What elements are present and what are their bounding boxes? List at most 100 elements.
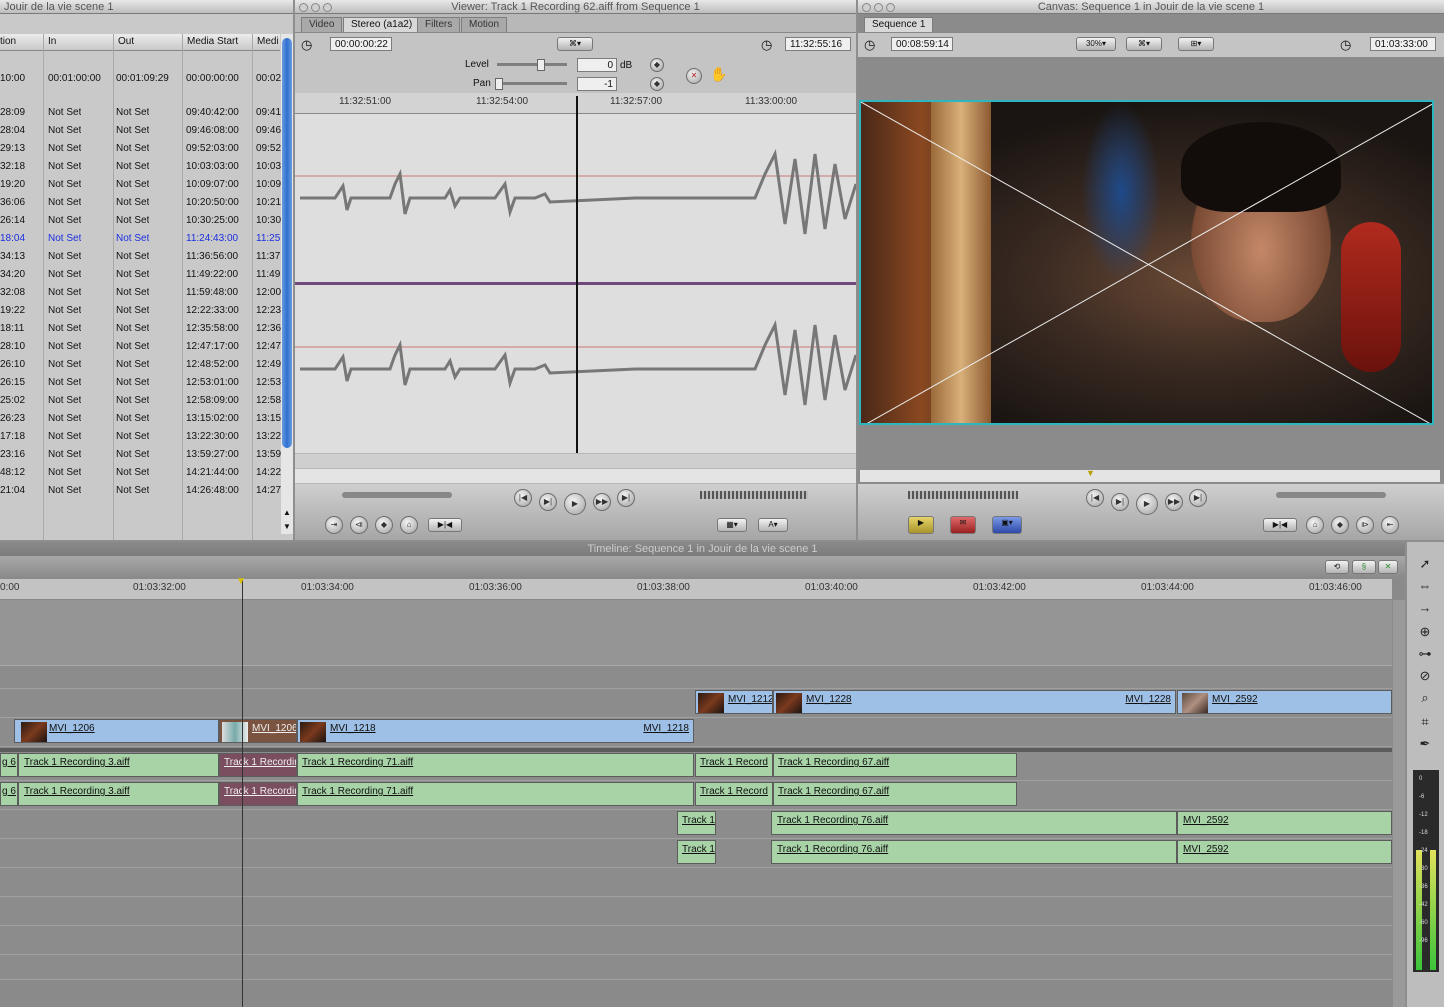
zoom-window-icon[interactable] (323, 3, 332, 12)
browser-row[interactable]: 21:04 Not Set Not Set 14:26:48:00 14:27 (0, 482, 281, 500)
clip-track-1-recording-62-selected[interactable]: Track 1 Recordin (219, 782, 297, 806)
next-edit-icon[interactable]: ▶| (1189, 489, 1207, 507)
play-button[interactable]: ▶ (1136, 493, 1158, 515)
clip-track-1-recording-62-selected[interactable]: Track 1 Recordin (219, 753, 297, 777)
zoom-popup[interactable]: 30%▾ (1076, 37, 1116, 51)
browser-row[interactable]: 18:11 Not Set Not Set 12:35:58:00 12:36 (0, 320, 281, 338)
clip-overlays-button[interactable]: ✕ (1378, 560, 1398, 574)
play-around-icon[interactable]: ▶▶ (593, 493, 611, 511)
replace-edit-button[interactable]: ▣▾ (992, 516, 1022, 534)
clip-mvi-1212[interactable]: MVI_1212 (695, 690, 773, 714)
clip-track-1-record[interactable]: Track 1 Record (695, 753, 773, 777)
clip-track-1-recording-3[interactable]: Track 1 Recording 3.aiff (18, 753, 219, 777)
edit-selection-tool-icon[interactable]: ⇔ (1411, 576, 1439, 596)
timeline-vertical-scrollbar[interactable] (1393, 600, 1405, 1007)
slip-tool-icon[interactable]: ⊶ (1411, 644, 1439, 664)
canvas-current-timecode[interactable]: 01:03:33:00 (1370, 37, 1436, 51)
viewer-shuttle-control[interactable] (342, 492, 452, 498)
column-duration[interactable]: tion (0, 36, 16, 47)
add-keyframe-icon[interactable]: ◆ (375, 516, 393, 534)
clip-track-1-short[interactable]: Track 1 (677, 840, 716, 864)
previous-edit-icon[interactable]: |◀ (1086, 489, 1104, 507)
canvas-video-frame[interactable] (859, 100, 1434, 425)
clip-track-1-recording-76[interactable]: Track 1 Recording 76.aiff (771, 811, 1177, 835)
playhead-marker-icon[interactable]: ▼ (236, 576, 246, 587)
browser-row[interactable]: 26:23 Not Set Not Set 13:15:02:00 13:15 (0, 410, 281, 428)
razor-tool-icon[interactable]: ⊘ (1411, 666, 1439, 686)
clip-mvi-1206-selected[interactable]: MVI_1206 (219, 719, 297, 743)
crop-tool-icon[interactable]: ⌗ (1411, 712, 1439, 732)
browser-row[interactable]: 34:20 Not Set Not Set 11:49:22:00 11:49 (0, 266, 280, 284)
browser-row[interactable]: 23:16 Not Set Not Set 13:59:27:00 13:59 (0, 446, 281, 464)
play-in-out-icon[interactable]: ▶| (539, 493, 557, 511)
tab-video[interactable]: Video (301, 17, 343, 32)
close-window-icon[interactable] (299, 3, 308, 12)
overlay-popup[interactable]: ⊞▾ (1178, 37, 1214, 51)
column-in[interactable]: In (48, 36, 56, 47)
add-marker-icon[interactable]: ⌂ (400, 516, 418, 534)
clip-mvi-1218[interactable]: MVI_1218 MVI_1218 (297, 719, 694, 743)
clip-track-1-recording-67[interactable]: Track 1 Recording 67.aiff (773, 753, 1017, 777)
browser-row[interactable]: 48:12 Not Set Not Set 14:21:44:00 14:22 (0, 464, 281, 482)
clip-track-1-recording-71[interactable]: Track 1 Recording 71.aiff (297, 753, 694, 777)
scroll-up-arrow-icon[interactable]: ▲ (283, 508, 291, 517)
tab-stereo[interactable]: Stereo (a1a2) (343, 17, 421, 32)
play-around-icon[interactable]: ▶▶ (1165, 493, 1183, 511)
viewer-duration-field[interactable]: 00:00:00:22 (330, 37, 392, 51)
viewer-jog-control[interactable] (700, 491, 808, 499)
timeline-playhead[interactable] (242, 579, 243, 1007)
viewer-view-popup[interactable]: ⌘▾ (557, 37, 593, 51)
level-slider[interactable] (497, 59, 567, 71)
browser-row[interactable]: 32:18 Not Set Not Set 10:03:03:00 10:03 (0, 158, 281, 176)
clip-audio-mvi-2592[interactable]: MVI_2592 (1177, 840, 1392, 864)
previous-edit-icon[interactable]: |◀ (514, 489, 532, 507)
view-popup[interactable]: ⌘▾ (1126, 37, 1162, 51)
play-in-out-icon[interactable]: ▶| (1111, 493, 1129, 511)
tab-motion[interactable]: Motion (461, 17, 508, 32)
clip-track-1-short[interactable]: Track 1 (677, 811, 716, 835)
zoom-tool-icon[interactable]: ⌕ (1411, 688, 1439, 708)
browser-row[interactable]: 29:13 Not Set Not Set 09:52:03:00 09:52 (0, 140, 281, 158)
level-keyframe-button[interactable]: ◆ (650, 58, 664, 72)
clip-track-1-record[interactable]: Track 1 Record (695, 782, 773, 806)
level-field[interactable]: 0 (577, 58, 617, 72)
zoom-window-icon[interactable] (886, 3, 895, 12)
recent-clips-popup[interactable]: ▦▾ (717, 518, 747, 532)
clip-audio-mvi-2592[interactable]: MVI_2592 (1177, 811, 1392, 835)
browser-row[interactable]: 10:00 00:01:00:00 00:01:09:29 00:00:00:00 00… (0, 70, 281, 88)
play-button[interactable]: ▶ (564, 493, 586, 515)
browser-row[interactable]: 19:22 Not Set Not Set 12:22:33:00 12:23 (0, 302, 281, 320)
browser-row[interactable]: 26:15 Not Set Not Set 12:53:01:00 12:53 (0, 374, 281, 392)
browser-row[interactable]: 26:14 Not Set Not Set 10:30:25:00 10:30 (0, 212, 281, 230)
browser-row[interactable]: 34:13 Not Set Not Set 11:36:56:00 11:37 (0, 248, 280, 266)
browser-row[interactable]: 28:09 Not Set Not Set 09:40:42:00 09:41 (0, 104, 281, 122)
pan-field[interactable]: -1 (577, 77, 617, 91)
clip-track-1-recording-76[interactable]: Track 1 Recording 76.aiff (771, 840, 1177, 864)
browser-row[interactable]: 26:10 Not Set Not Set 12:48:52:00 12:49 (0, 356, 281, 374)
tab-filters[interactable]: Filters (417, 17, 461, 32)
browser-row[interactable]: 36:06 Not Set Not Set 10:20:50:00 10:21 (0, 194, 281, 212)
mark-out-icon[interactable]: ⧐ (1356, 516, 1374, 534)
reset-icon[interactable]: ✕ (686, 68, 702, 84)
column-out[interactable]: Out (118, 36, 134, 47)
column-media-start[interactable]: Media Start (187, 36, 238, 47)
close-window-icon[interactable] (862, 3, 871, 12)
browser-row[interactable]: 19:20 Not Set Not Set 10:09:07:00 10:09 (0, 176, 281, 194)
pen-tool-icon[interactable]: ✒ (1411, 734, 1439, 754)
mark-in-out-button[interactable]: ▶|◀ (1263, 518, 1297, 532)
add-keyframe-icon[interactable]: ◆ (1331, 516, 1349, 534)
mark-in-icon[interactable]: ⧏ (350, 516, 368, 534)
browser-row[interactable]: 28:04 Not Set Not Set 09:46:08:00 09:46 (0, 122, 281, 140)
selection-tool-icon[interactable]: ➚ (1411, 554, 1439, 574)
viewer-current-timecode[interactable]: 11:32:55:16 (785, 37, 851, 51)
browser-scrollbar[interactable]: ▲ ▼ (281, 34, 293, 534)
browser-row[interactable]: 28:10 Not Set Not Set 12:47:17:00 12:47 (0, 338, 281, 356)
pan-keyframe-button[interactable]: ◆ (650, 77, 664, 91)
clip-mvi-1206[interactable]: MVI_1206 (14, 719, 219, 743)
clip-track-1-recording-3[interactable]: Track 1 Recording 3.aiff (18, 782, 219, 806)
viewer-zoom-scrollbar[interactable] (295, 454, 856, 468)
canvas-duration-field[interactable]: 00:08:59:14 (891, 37, 953, 51)
pan-slider[interactable] (495, 78, 567, 90)
mark-in-out-button[interactable]: ▶|◀ (428, 518, 462, 532)
roll-tool-icon[interactable]: ⊕ (1411, 622, 1439, 642)
